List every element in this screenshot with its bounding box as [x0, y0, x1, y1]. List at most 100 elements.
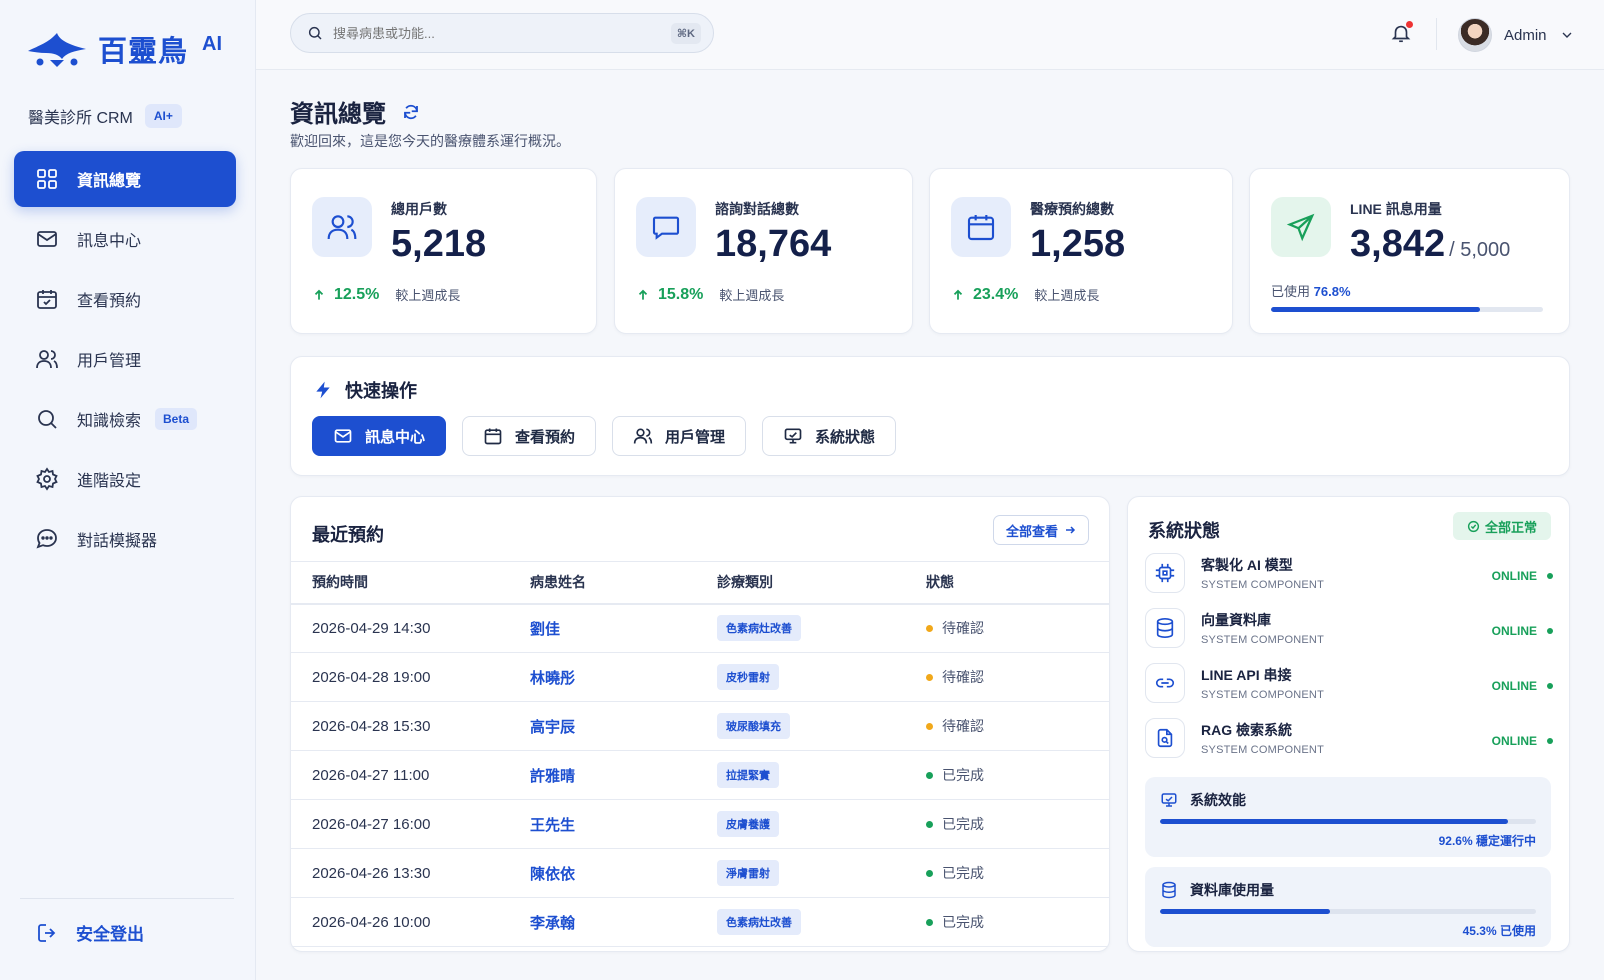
sidebar-item-label: 查看預約 [77, 293, 142, 310]
appointment-status: 待確認 [926, 603, 1109, 653]
table-row[interactable]: 2026-04-28 15:30 高宇辰 玻尿酸填充 待確認 [291, 701, 1109, 751]
metric-progress-fill [1160, 909, 1331, 914]
trend-label: 較上週成長 [395, 288, 461, 303]
refresh-icon[interactable] [402, 103, 420, 121]
recent-appointments-panel: 最近預約 全部查看 預約時間 病患姓名 診療類別 狀態 2026-04-29 1… [290, 496, 1110, 952]
clinic-label: 醫美診所 CRM AI+ [28, 104, 182, 128]
section-title: 最近預約 [312, 525, 384, 545]
sidebar-item-simulator[interactable]: 對話模擬器 [14, 511, 236, 567]
page-title: 資訊總覽 [290, 101, 386, 128]
online-dot [1547, 683, 1553, 689]
table-row[interactable]: 2026-04-26 10:00 李承翰 色素病灶改善 已完成 [291, 897, 1109, 947]
brand-suffix: AI [202, 32, 223, 55]
trend-value: 23.4% [973, 285, 1019, 303]
category-tag: 拉提緊實 [717, 762, 779, 788]
chevron-down-icon [1559, 27, 1575, 43]
table-row[interactable]: 2026-04-28 19:00 林曉彤 皮秒雷射 待確認 [291, 652, 1109, 702]
patient-name[interactable]: 劉佳 [530, 603, 717, 653]
patient-name[interactable]: 李承翰 [530, 897, 717, 947]
sidebar-item-appointments[interactable]: 查看預約 [14, 271, 236, 327]
table-row[interactable]: 2026-04-27 11:00 許雅晴 拉提緊實 已完成 [291, 750, 1109, 800]
stat-label: LINE 訊息用量 [1350, 201, 1442, 217]
table-row[interactable]: 2026-04-26 13:30 陳依依 淨膚雷射 已完成 [291, 848, 1109, 898]
database-icon [1160, 881, 1178, 899]
metric-note: 45.3% 已使用 [1462, 924, 1536, 938]
quick-action-appointments-button[interactable]: 查看預約 [462, 416, 597, 456]
mail-icon [333, 426, 353, 446]
metric-progress-bar [1160, 909, 1536, 914]
trend-label: 較上週成長 [719, 288, 785, 303]
calendar-check-icon [35, 287, 59, 311]
usage-percent: 76.8% [1313, 284, 1351, 299]
patient-name[interactable]: 陳依依 [530, 848, 717, 898]
sidebar-item-messages[interactable]: 訊息中心 [14, 211, 236, 267]
sidebar-item-knowledge[interactable]: 知識檢索 Beta [14, 391, 236, 447]
user-menu[interactable]: Admin [1458, 18, 1575, 52]
metric-title: 資料庫使用量 [1160, 880, 1274, 900]
appointment-time: 2026-04-27 16:00 [291, 799, 530, 849]
appointment-time: 2026-04-29 14:30 [291, 603, 530, 653]
category-tag: 淨膚雷射 [717, 860, 779, 886]
lightning-icon [313, 379, 333, 401]
appointment-status: 待確認 [926, 701, 1109, 751]
arrow-up-icon [312, 288, 326, 302]
check-circle-icon [1467, 520, 1480, 533]
search-bar[interactable]: ⌘K [290, 13, 714, 53]
sidebar-item-label: 訊息中心 [77, 233, 142, 250]
search-input[interactable] [333, 25, 633, 41]
logout-button[interactable]: 安全登出 [36, 920, 144, 945]
brand-name: 百靈鳥 [98, 36, 189, 68]
sidebar-item-label: 資訊總覽 [77, 173, 142, 190]
table-row[interactable]: 2026-04-27 16:00 王先生 皮膚養護 已完成 [291, 799, 1109, 849]
component-status: ONLINE [1492, 679, 1553, 693]
treatment-category: 色素病灶改善 [717, 897, 926, 947]
notification-dot [1406, 21, 1413, 28]
appointment-time: 2026-04-27 11:00 [291, 750, 530, 800]
notification-button[interactable] [1390, 21, 1413, 44]
stat-card-line-usage: LINE 訊息用量 3,842/ 5,000 已使用 76.8% [1249, 168, 1570, 334]
component-rag: RAG 檢索系統 SYSTEM COMPONENT ONLINE [1145, 718, 1553, 764]
top-header: ⌘K Admin [256, 0, 1604, 70]
stat-card-users: 總用戶數 5,218 12.5% 較上週成長 [290, 168, 597, 334]
appointment-status: 已完成 [926, 750, 1109, 800]
brand-logo[interactable]: 百靈鳥 AI [26, 28, 222, 70]
component-name: 向量資料庫 [1201, 612, 1271, 628]
stat-value: 1,258 [1030, 223, 1126, 265]
avatar [1458, 18, 1492, 52]
metric-title: 系統效能 [1160, 790, 1246, 810]
trend-label: 較上週成長 [1034, 288, 1100, 303]
grid-icon [35, 167, 59, 191]
sidebar-divider [20, 898, 234, 899]
usage-value: 3,842 [1350, 223, 1446, 265]
online-dot [1547, 573, 1553, 579]
view-all-button[interactable]: 全部查看 [992, 515, 1089, 545]
arrow-up-icon [636, 288, 650, 302]
component-name: LINE API 串接 [1201, 667, 1292, 683]
appointments-table: 預約時間 病患姓名 診療類別 狀態 2026-04-29 14:30 劉佳 色素病灶… [291, 561, 1109, 947]
treatment-category: 皮膚養護 [717, 799, 926, 849]
sidebar-item-dashboard[interactable]: 資訊總覽 [14, 151, 236, 207]
quick-action-system-button[interactable]: 系統狀態 [762, 416, 897, 456]
sidebar-nav: 資訊總覽 訊息中心 查看預約 用戶管理 知識檢索 Beta 進階設定 對話模擬器 [14, 151, 236, 571]
beta-badge: Beta [155, 408, 198, 430]
appointment-status: 已完成 [926, 897, 1109, 947]
users-icon [312, 197, 372, 257]
trend-value: 12.5% [334, 285, 380, 303]
appointment-status: 已完成 [926, 799, 1109, 849]
quick-action-messages-button[interactable]: 訊息中心 [312, 416, 447, 456]
sidebar-item-settings[interactable]: 進階設定 [14, 451, 236, 507]
usage-label: 已使用 76.8% [1271, 284, 1351, 299]
patient-name[interactable]: 林曉彤 [530, 652, 717, 702]
table-row[interactable]: 2026-04-29 14:30 劉佳 色素病灶改善 待確認 [291, 603, 1109, 653]
quick-action-users-button[interactable]: 用戶管理 [612, 416, 747, 456]
patient-name[interactable]: 王先生 [530, 799, 717, 849]
patient-name[interactable]: 高宇辰 [530, 701, 717, 751]
patient-name[interactable]: 許雅晴 [530, 750, 717, 800]
calendar-icon [483, 426, 503, 446]
column-header: 診療類別 [717, 561, 926, 605]
monitor-icon [1160, 791, 1178, 809]
status-dot [926, 673, 933, 681]
column-header: 預約時間 [291, 561, 530, 605]
sidebar-item-users[interactable]: 用戶管理 [14, 331, 236, 387]
stat-label: 諮詢對話總數 [715, 201, 799, 217]
